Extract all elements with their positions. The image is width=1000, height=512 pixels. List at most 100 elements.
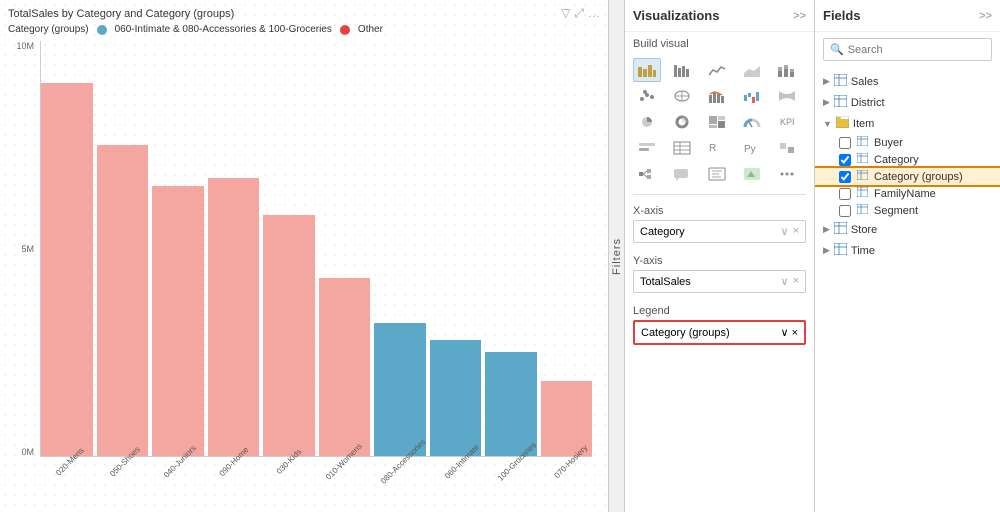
viz-speech-bubble[interactable] (668, 162, 696, 186)
legend-remove[interactable]: × (792, 327, 798, 339)
viz-ai-decomp[interactable] (633, 162, 661, 186)
legend-section: Legend Category (groups) ∨ × (625, 299, 814, 351)
field-table-icon (857, 170, 868, 183)
viz-map[interactable] (668, 84, 696, 108)
viz-scatter[interactable] (633, 84, 661, 108)
bar-pink[interactable] (97, 145, 149, 456)
viz-python[interactable]: Py (738, 136, 766, 160)
y-axis-label: Y-axis (633, 255, 806, 267)
field-checkbox[interactable] (839, 205, 851, 217)
field-item[interactable]: Segment (815, 202, 1000, 219)
viz-line-chart[interactable] (703, 58, 731, 82)
fields-chevrons[interactable]: >> (979, 10, 992, 22)
viz-more[interactable] (773, 162, 801, 186)
viz-slicer[interactable] (633, 136, 661, 160)
viz-ribbon[interactable] (773, 84, 801, 108)
field-checkbox[interactable] (839, 137, 851, 149)
viz-other1[interactable] (773, 136, 801, 160)
viz-matrix[interactable]: R (703, 136, 731, 160)
legend-label-groups: Category (groups) (8, 24, 89, 35)
y-axis-actions[interactable]: ∨ × (781, 275, 800, 288)
expand-icon[interactable]: ⤢ (574, 6, 584, 21)
table-icon (834, 243, 847, 258)
viz-pie[interactable] (633, 110, 661, 134)
viz-panel-title: Visualizations (633, 8, 719, 23)
viz-combo[interactable] (703, 84, 731, 108)
field-group-header-store[interactable]: ▶Store (815, 219, 1000, 240)
legend-dot-red (340, 25, 350, 35)
field-item[interactable]: Category (groups) (815, 168, 1000, 185)
y-axis-labels: 10M 5M 0M (8, 41, 38, 457)
bar-pink[interactable] (152, 186, 204, 456)
bar-group (41, 41, 93, 456)
field-item-label: Segment (874, 205, 918, 217)
field-group-header-item[interactable]: ▼Item (815, 113, 1000, 134)
legend-label-other: Other (358, 24, 383, 35)
viz-waterfall[interactable] (738, 84, 766, 108)
folder-icon (836, 116, 849, 131)
search-input[interactable] (848, 44, 985, 56)
viz-donut[interactable] (668, 110, 696, 134)
viz-treemap[interactable] (703, 110, 731, 134)
viz-column-chart[interactable] (668, 58, 696, 82)
field-item[interactable]: FamilyName (815, 185, 1000, 202)
legend-field[interactable]: Category (groups) ∨ × (633, 320, 806, 345)
chevron-right-icon: ▶ (823, 97, 830, 108)
x-axis-actions[interactable]: ∨ × (781, 225, 800, 238)
field-checkbox[interactable] (839, 154, 851, 166)
fields-header: Fields >> (815, 0, 1000, 32)
y-label-0m: 0M (21, 447, 34, 457)
fields-search[interactable]: 🔍 (823, 38, 992, 61)
field-checkbox[interactable] (839, 188, 851, 200)
y-axis-field[interactable]: TotalSales ∨ × (633, 270, 806, 293)
y-label-10m: 10M (16, 41, 34, 51)
field-item-label: Category (874, 154, 919, 166)
x-axis-chevron[interactable]: ∨ (781, 225, 789, 238)
chevron-right-icon: ▶ (823, 245, 830, 256)
viz-gauge[interactable] (738, 110, 766, 134)
field-group-header-sales[interactable]: ▶Sales (815, 71, 1000, 92)
field-group-header-district[interactable]: ▶District (815, 92, 1000, 113)
bar-pink[interactable] (263, 215, 315, 456)
viz-table[interactable] (668, 136, 696, 160)
legend-actions[interactable]: ∨ × (780, 326, 798, 339)
svg-text:R: R (709, 143, 716, 154)
viz-stacked-bar[interactable] (773, 58, 801, 82)
bar-group (374, 41, 426, 456)
legend-chevron[interactable]: ∨ (780, 327, 788, 339)
viz-panel-chevrons[interactable]: >> (793, 10, 806, 22)
svg-text:KPI: KPI (780, 117, 795, 127)
field-item[interactable]: Category (815, 151, 1000, 168)
x-axis-remove[interactable]: × (793, 225, 799, 238)
chart-container: 10M 5M 0M 020-Mens050-Shoes040-Juniors09… (8, 41, 600, 477)
y-axis-remove[interactable]: × (793, 275, 799, 288)
table-icon (834, 74, 847, 89)
viz-metrics[interactable] (703, 162, 731, 186)
field-checkbox[interactable] (839, 171, 851, 183)
viz-kpi[interactable]: KPI (773, 110, 801, 134)
bar-group (263, 41, 315, 456)
field-group-header-time[interactable]: ▶Time (815, 240, 1000, 261)
viz-area-chart[interactable] (738, 58, 766, 82)
chevron-right-icon: ▶ (823, 76, 830, 87)
filters-label: Filters (611, 238, 623, 275)
field-item[interactable]: Buyer (815, 134, 1000, 151)
filters-tab[interactable]: Filters (609, 0, 625, 512)
table-icon (834, 222, 847, 237)
chevron-down-icon: ▼ (823, 119, 832, 129)
filter-icon[interactable]: ▽ (561, 6, 570, 21)
more-icon[interactable]: … (588, 6, 600, 21)
svg-text:Py: Py (744, 144, 756, 155)
bar-blue[interactable] (430, 340, 482, 456)
chart-toolbar[interactable]: ▽ ⤢ … (561, 6, 600, 21)
x-axis-field[interactable]: Category ∨ × (633, 220, 806, 243)
bar-pink[interactable] (319, 278, 371, 456)
viz-map2[interactable] (738, 162, 766, 186)
y-axis-chevron[interactable]: ∨ (781, 275, 789, 288)
viz-panel: Visualizations >> Build visual (625, 0, 815, 512)
bar-pink[interactable] (208, 178, 260, 456)
bar-pink[interactable] (41, 83, 93, 457)
viz-bar-chart[interactable] (633, 58, 661, 82)
bar-group (430, 41, 482, 456)
fields-panel: Fields >> 🔍 ▶Sales▶District▼ItemBuyer Cat… (815, 0, 1000, 512)
